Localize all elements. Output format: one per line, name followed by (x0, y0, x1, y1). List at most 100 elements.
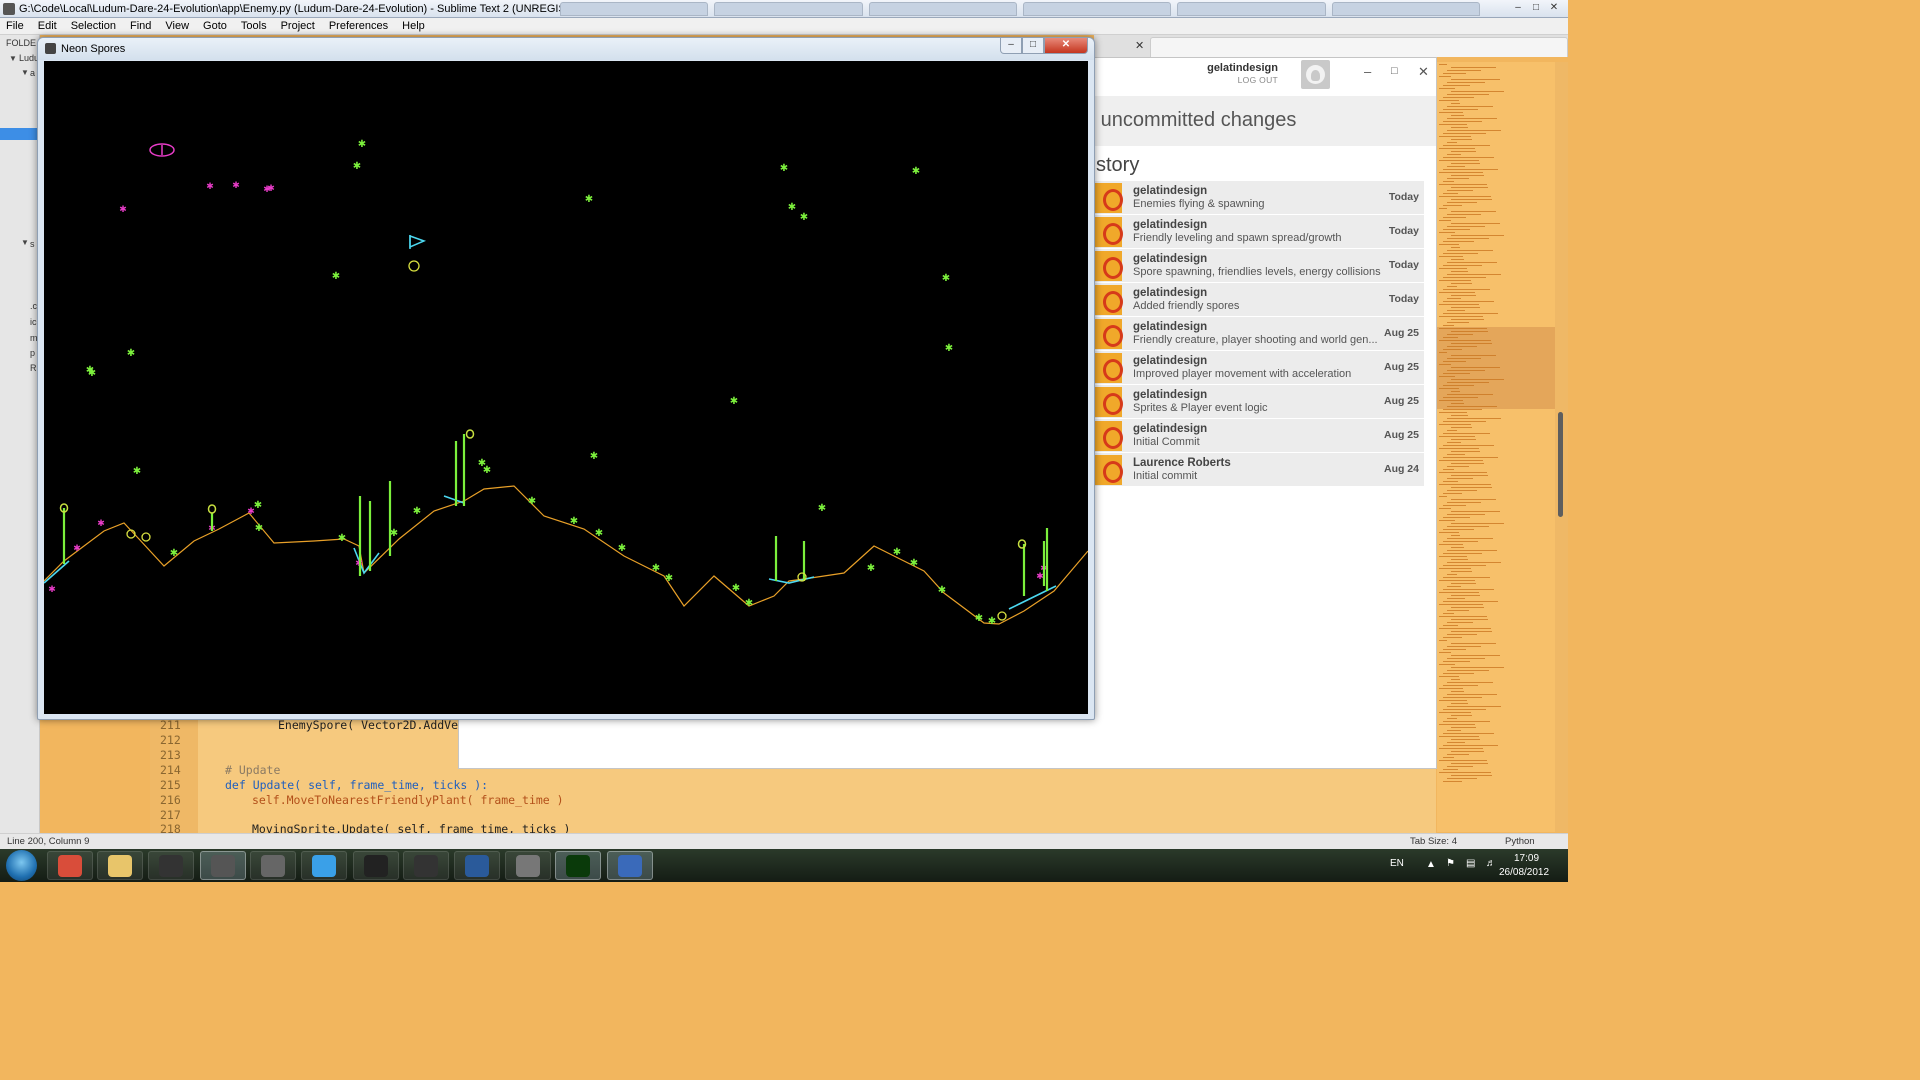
code-line[interactable]: self.MoveToNearestFriendlyPlant( frame_t… (252, 793, 564, 808)
commit-row[interactable]: gelatindesign Enemies flying & spawning To… (1095, 181, 1424, 215)
editor-tab[interactable] (1150, 37, 1568, 57)
minimap-line (1451, 439, 1476, 440)
commit-row[interactable]: Laurence Roberts Initial commit Aug 24 (1095, 453, 1424, 487)
scrollbar-thumb[interactable] (1558, 412, 1563, 517)
menu-goto[interactable]: Goto (203, 20, 227, 32)
menu-selection[interactable]: Selection (71, 20, 116, 32)
menu-tools[interactable]: Tools (241, 20, 267, 32)
background-tab[interactable] (560, 2, 709, 16)
sidebar-item[interactable]: s (30, 239, 35, 249)
minimap-line (1451, 199, 1492, 200)
minimap-line (1439, 496, 1447, 497)
close-icon[interactable]: ✕ (1418, 64, 1429, 80)
sidebar-item[interactable]: R (30, 363, 37, 373)
taskbar-steam-button[interactable] (148, 851, 194, 880)
menu-help[interactable]: Help (402, 20, 425, 32)
friendly-spore: ✱ (585, 194, 593, 205)
minimize-icon[interactable]: – (1000, 38, 1022, 54)
taskbar-github-button[interactable] (250, 851, 296, 880)
taskbar-terminal-button[interactable] (555, 851, 601, 880)
logout-link[interactable]: LOG OUT (1238, 75, 1278, 85)
action-center-flag-icon[interactable]: ⚑ (1446, 858, 1455, 869)
folder-expand-icon[interactable]: ▼ (9, 54, 17, 63)
taskbar-gimp-button[interactable] (505, 851, 551, 880)
taskbar-sublime-text-button[interactable] (200, 851, 246, 880)
friendly-spore: ✱ (338, 533, 346, 544)
close-icon[interactable]: ✕ (1546, 2, 1562, 15)
sidebar-item[interactable]: .c (30, 301, 37, 311)
commit-row[interactable]: gelatindesign Friendly leveling and spawn… (1095, 215, 1424, 249)
background-tab[interactable] (1022, 2, 1172, 16)
minimap-line (1443, 673, 1474, 674)
taskbar-powershell-button[interactable] (454, 851, 500, 880)
minimap-line (1443, 541, 1478, 542)
language-indicator[interactable]: EN (1390, 858, 1404, 869)
minimap-line (1439, 544, 1463, 545)
commit-avatar (1095, 251, 1123, 281)
minimap-line (1451, 475, 1488, 476)
minimap[interactable] (1437, 62, 1555, 832)
syntax-indicator[interactable]: Python (1505, 836, 1535, 847)
taskbar-python-button[interactable] (607, 851, 653, 880)
code-line[interactable]: # Update (225, 763, 280, 778)
commit-row[interactable]: gelatindesign Improved player movement wi… (1095, 351, 1424, 385)
background-tab[interactable] (868, 2, 1017, 16)
minimap-line (1447, 706, 1501, 707)
menu-project[interactable]: Project (281, 20, 315, 32)
minimap-line (1439, 148, 1475, 149)
maximize-icon[interactable]: □ (1022, 38, 1044, 54)
menu-find[interactable]: Find (130, 20, 151, 32)
sidebar-item[interactable]: ic (30, 317, 37, 327)
commit-row[interactable]: gelatindesign Spore spawning, friendlies … (1095, 249, 1424, 283)
taskbar-app-2-button[interactable] (353, 851, 399, 880)
clock-time[interactable]: 17:09 (1514, 853, 1539, 864)
background-tab[interactable] (1331, 2, 1480, 16)
clock-date[interactable]: 26/08/2012 (1499, 867, 1549, 878)
sidebar-item[interactable]: a (30, 68, 35, 78)
minimap-line (1439, 688, 1463, 689)
taskbar-explorer-button[interactable] (97, 851, 143, 880)
minimap-line (1439, 280, 1471, 281)
commit-row[interactable]: gelatindesign Added friendly spores Today (1095, 283, 1424, 317)
background-tab[interactable] (714, 2, 863, 16)
minimize-icon[interactable]: – (1510, 2, 1526, 15)
maximize-icon[interactable]: □ (1391, 65, 1398, 77)
close-icon[interactable]: ✕ (1044, 38, 1088, 54)
commit-message: Initial commit (1133, 470, 1198, 482)
code-line[interactable]: def Update( self, frame_time, ticks ): (225, 778, 488, 793)
menu-file[interactable]: File (6, 20, 24, 32)
folder-expand-icon[interactable]: ▼ (21, 238, 29, 247)
tab-size-indicator[interactable]: Tab Size: 4 (1410, 836, 1457, 847)
minimize-icon[interactable]: – (1364, 64, 1371, 79)
game-canvas[interactable]: ✱ ✱ ✱ ✱ ✱ ✱ ✱ ✱ ✱ ✱ ✱ ✱ ✱ ✱ ✱ ✱ ✱ ✱ ✱ ✱ ✱ ✱ ✱ ✱ ✱ ✱ ✱ ✱ ✱ ✱ ✱ ✱ ✱ ✱ ✱ ✱ ✱ ✱ ✱ ✱… (44, 61, 1088, 714)
start-button[interactable] (6, 850, 37, 881)
commit-row[interactable]: gelatindesign Friendly creature, player s… (1095, 317, 1424, 351)
volume-icon[interactable]: ♬ (1486, 858, 1496, 869)
friendly-spore: ✱ (483, 465, 491, 476)
sidebar-item[interactable]: p (30, 348, 35, 358)
game-titlebar: Neon Spores – □ ✕ (38, 38, 1094, 60)
tab-close-icon[interactable]: ✕ (1135, 39, 1144, 52)
minimap-line (1447, 166, 1465, 167)
menu-edit[interactable]: Edit (38, 20, 57, 32)
menu-view[interactable]: View (165, 20, 189, 32)
taskbar-itunes-button[interactable] (301, 851, 347, 880)
menu-preferences[interactable]: Preferences (329, 20, 388, 32)
show-hidden-icons-icon[interactable]: ▲ (1426, 859, 1436, 870)
commit-row[interactable]: gelatindesign Sprites & Player event logi… (1095, 385, 1424, 419)
game-scene[interactable]: ✱ ✱ ✱ ✱ ✱ ✱ ✱ ✱ ✱ ✱ ✱ ✱ ✱ ✱ ✱ ✱ ✱ ✱ ✱ ✱ ✱ ✱ ✱ ✱ ✱ ✱ ✱ ✱ ✱ ✱ ✱ ✱ ✱ ✱ ✱ ✱ ✱ ✱ ✱ ✱… (44, 61, 1088, 714)
editor-scrollbar[interactable] (1555, 62, 1568, 832)
commit-row[interactable]: gelatindesign Initial Commit Aug 25 (1095, 419, 1424, 453)
code-line[interactable]: EnemySpore( Vector2D.AddVect (278, 718, 472, 733)
minimap-line (1439, 640, 1447, 641)
background-tab[interactable] (1177, 2, 1326, 16)
taskbar-steam-client-button[interactable] (403, 851, 449, 880)
user-avatar[interactable] (1301, 60, 1330, 89)
sidebar-selected-item[interactable] (0, 128, 40, 140)
folder-expand-icon[interactable]: ▼ (21, 68, 29, 77)
network-icon[interactable]: ▤ (1466, 858, 1475, 869)
minimap-line (1439, 304, 1479, 305)
maximize-icon[interactable]: □ (1528, 2, 1544, 15)
enemy-spore: ✱ (232, 181, 240, 191)
taskbar-chrome-button[interactable] (47, 851, 93, 880)
